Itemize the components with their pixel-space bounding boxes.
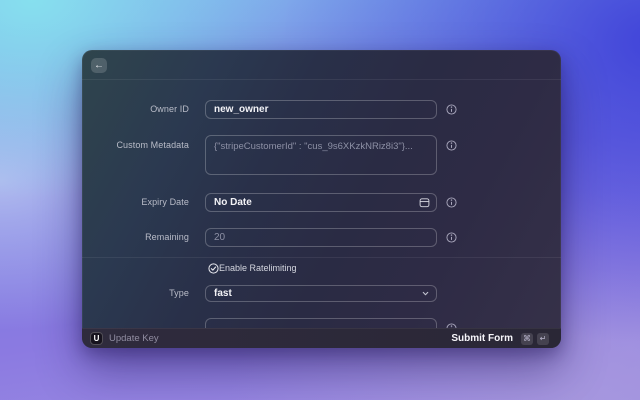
command-key-icon: ⌘	[521, 332, 533, 345]
chevron-down-icon	[421, 289, 430, 298]
action-name: Update Key	[109, 333, 159, 344]
check-icon	[210, 266, 217, 271]
custom-metadata-label: Custom Metadata	[116, 140, 189, 150]
enable-ratelimiting-label: Enable Ratelimiting	[219, 263, 297, 273]
arrow-left-icon: ←	[94, 60, 104, 71]
type-select-value: fast	[214, 288, 232, 299]
expiry-date-value: No Date	[214, 197, 252, 208]
update-key-dialog: ← Owner ID Custom Metadata Expiry Date N…	[82, 50, 561, 348]
return-key-icon: ↵	[537, 332, 549, 345]
info-icon[interactable]	[446, 232, 457, 243]
submit-form-label: Submit Form	[451, 333, 513, 344]
remaining-input[interactable]	[205, 228, 437, 247]
back-button[interactable]: ←	[91, 58, 107, 73]
expiry-date-label: Expiry Date	[141, 197, 189, 207]
dialog-footer: U Update Key Submit Form ⌘ ↵	[82, 328, 561, 348]
dialog-header: ←	[82, 50, 561, 80]
info-icon[interactable]	[446, 140, 457, 151]
owner-id-label: Owner ID	[150, 104, 189, 114]
info-icon[interactable]	[446, 104, 457, 115]
owner-id-input[interactable]	[205, 100, 437, 119]
type-select[interactable]: fast	[205, 285, 437, 302]
remaining-label: Remaining	[145, 232, 189, 242]
type-label: Type	[169, 288, 189, 298]
expiry-date-picker[interactable]: No Date	[205, 193, 437, 212]
info-icon[interactable]	[446, 197, 457, 208]
desktop-background: { "header": { "back_icon": "←" }, "form"…	[0, 0, 640, 400]
custom-metadata-textarea[interactable]	[205, 135, 437, 175]
submit-form-button[interactable]: Submit Form ⌘ ↵	[451, 332, 549, 345]
calendar-icon	[419, 197, 430, 208]
section-divider	[82, 257, 561, 258]
enable-ratelimiting-checkbox[interactable]	[208, 263, 219, 274]
unkey-logo: U	[90, 332, 103, 345]
